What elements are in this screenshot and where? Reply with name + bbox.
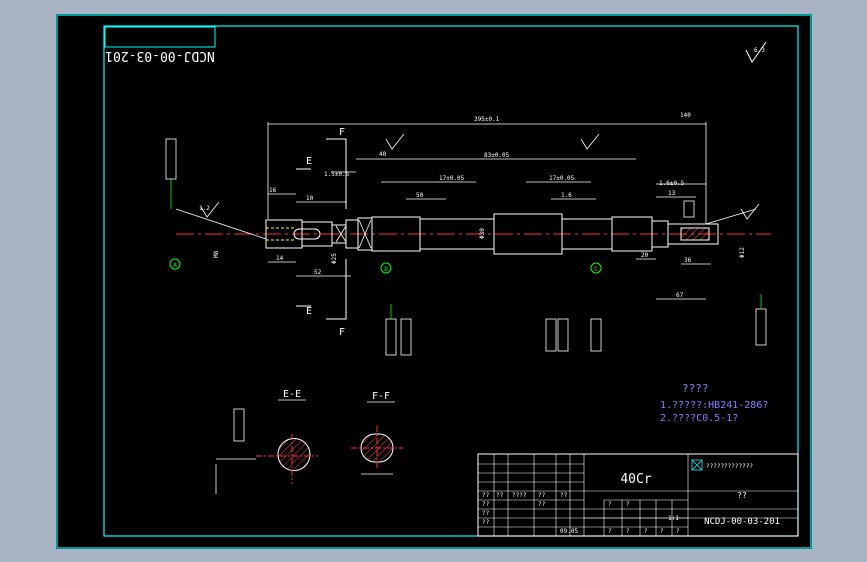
svg-text:?: ?	[676, 528, 680, 535]
svg-text:140: 140	[680, 112, 691, 119]
svg-text:????: ????	[512, 492, 527, 499]
svg-text:Φ12: Φ12	[739, 247, 746, 258]
drawing-number: NCDJ-00-03-201	[704, 517, 780, 527]
svg-text:?: ?	[644, 528, 648, 535]
title-block: ?? ?? ???? ?? ?? ?? ?? ?? ? ? ? ? ? ? ??…	[477, 453, 799, 537]
svg-text:Φ25: Φ25	[331, 253, 338, 264]
drawing-code-mirrored: NCDJ-00-03-201	[105, 48, 215, 63]
code-box	[104, 26, 216, 48]
section-title-ee: E-E	[283, 389, 301, 400]
svg-text:????: ????	[682, 382, 709, 395]
svg-text:10: 10	[306, 195, 314, 202]
dimension-lines	[175, 122, 757, 300]
company-logo	[691, 459, 703, 471]
svg-text:14: 14	[276, 255, 284, 262]
svg-text:A: A	[173, 262, 177, 269]
svg-text:E: E	[306, 306, 312, 317]
section-marks: F E F E	[306, 127, 345, 338]
svg-text:M8: M8	[213, 250, 220, 258]
svg-text:1.2: 1.2	[199, 205, 210, 212]
svg-text:F: F	[339, 327, 345, 338]
svg-text:C: C	[594, 266, 598, 273]
svg-text:2.????C0.5-1?: 2.????C0.5-1?	[660, 413, 738, 424]
shaft-main-view	[176, 213, 771, 255]
svg-text:1.6±0.5: 1.6±0.5	[659, 180, 685, 187]
svg-text:??: ??	[482, 519, 490, 526]
cad-drawing: NCDJ-00-03-201 6.3 395±0.1 83±0.05 17±0.…	[56, 14, 812, 549]
svg-text:09.05: 09.05	[560, 528, 578, 535]
svg-text:395±0.1: 395±0.1	[474, 116, 500, 123]
company-name: ?????????????	[706, 463, 753, 470]
svg-text:36: 36	[684, 257, 692, 264]
svg-text:??: ??	[482, 492, 490, 499]
svg-text:6.3: 6.3	[754, 47, 765, 54]
part-name: ??	[737, 491, 747, 500]
outer-frame	[56, 14, 812, 549]
svg-text:67: 67	[676, 292, 684, 299]
svg-text:1.?????:HB241-286?: 1.?????:HB241-286?	[660, 400, 768, 411]
svg-text:??: ??	[482, 510, 490, 517]
tolerance-frames	[165, 138, 767, 356]
svg-text:17±0.05: 17±0.05	[549, 175, 575, 182]
svg-text:?: ?	[660, 528, 664, 535]
section-title-ff: F-F	[372, 391, 390, 402]
svg-text:16: 16	[269, 187, 277, 194]
section-ff	[351, 426, 403, 475]
technical-notes: ???? 1.?????:HB241-286? 2.????C0.5-1?	[660, 382, 768, 424]
svg-text:?: ?	[608, 501, 612, 508]
svg-text:1:1: 1:1	[668, 515, 679, 522]
svg-text:17±0.05: 17±0.05	[439, 175, 465, 182]
datum-markers: A B C	[169, 258, 602, 274]
svg-text:13: 13	[668, 190, 676, 197]
svg-text:??: ??	[560, 492, 568, 499]
svg-text:?: ?	[626, 528, 630, 535]
svg-text:E: E	[306, 156, 312, 167]
svg-text:52: 52	[314, 269, 322, 276]
svg-text:??: ??	[538, 501, 546, 508]
svg-text:??: ??	[482, 501, 490, 508]
svg-text:??: ??	[496, 492, 504, 499]
svg-text:Φ30: Φ30	[479, 228, 486, 239]
svg-text:F: F	[339, 127, 345, 138]
section-ee	[215, 408, 318, 494]
svg-text:50: 50	[416, 192, 424, 199]
roughness-symbol: 6.3	[745, 41, 767, 63]
material: 40Cr	[620, 472, 651, 487]
svg-text:??: ??	[538, 492, 546, 499]
inner-frame	[103, 25, 799, 537]
drawing-sheet: NCDJ-00-03-201 6.3 395±0.1 83±0.05 17±0.…	[56, 14, 812, 549]
svg-text:?: ?	[626, 501, 630, 508]
dimension-texts: 395±0.1 83±0.05 17±0.05 17±0.05 1.5±0.5 …	[199, 112, 746, 299]
svg-text:20: 20	[641, 252, 649, 259]
svg-text:B: B	[384, 266, 388, 273]
svg-text:83±0.05: 83±0.05	[484, 152, 510, 159]
svg-text:1.6: 1.6	[561, 192, 572, 199]
threaded-end	[680, 227, 710, 241]
svg-text:?: ?	[608, 528, 612, 535]
svg-text:40: 40	[379, 151, 387, 158]
